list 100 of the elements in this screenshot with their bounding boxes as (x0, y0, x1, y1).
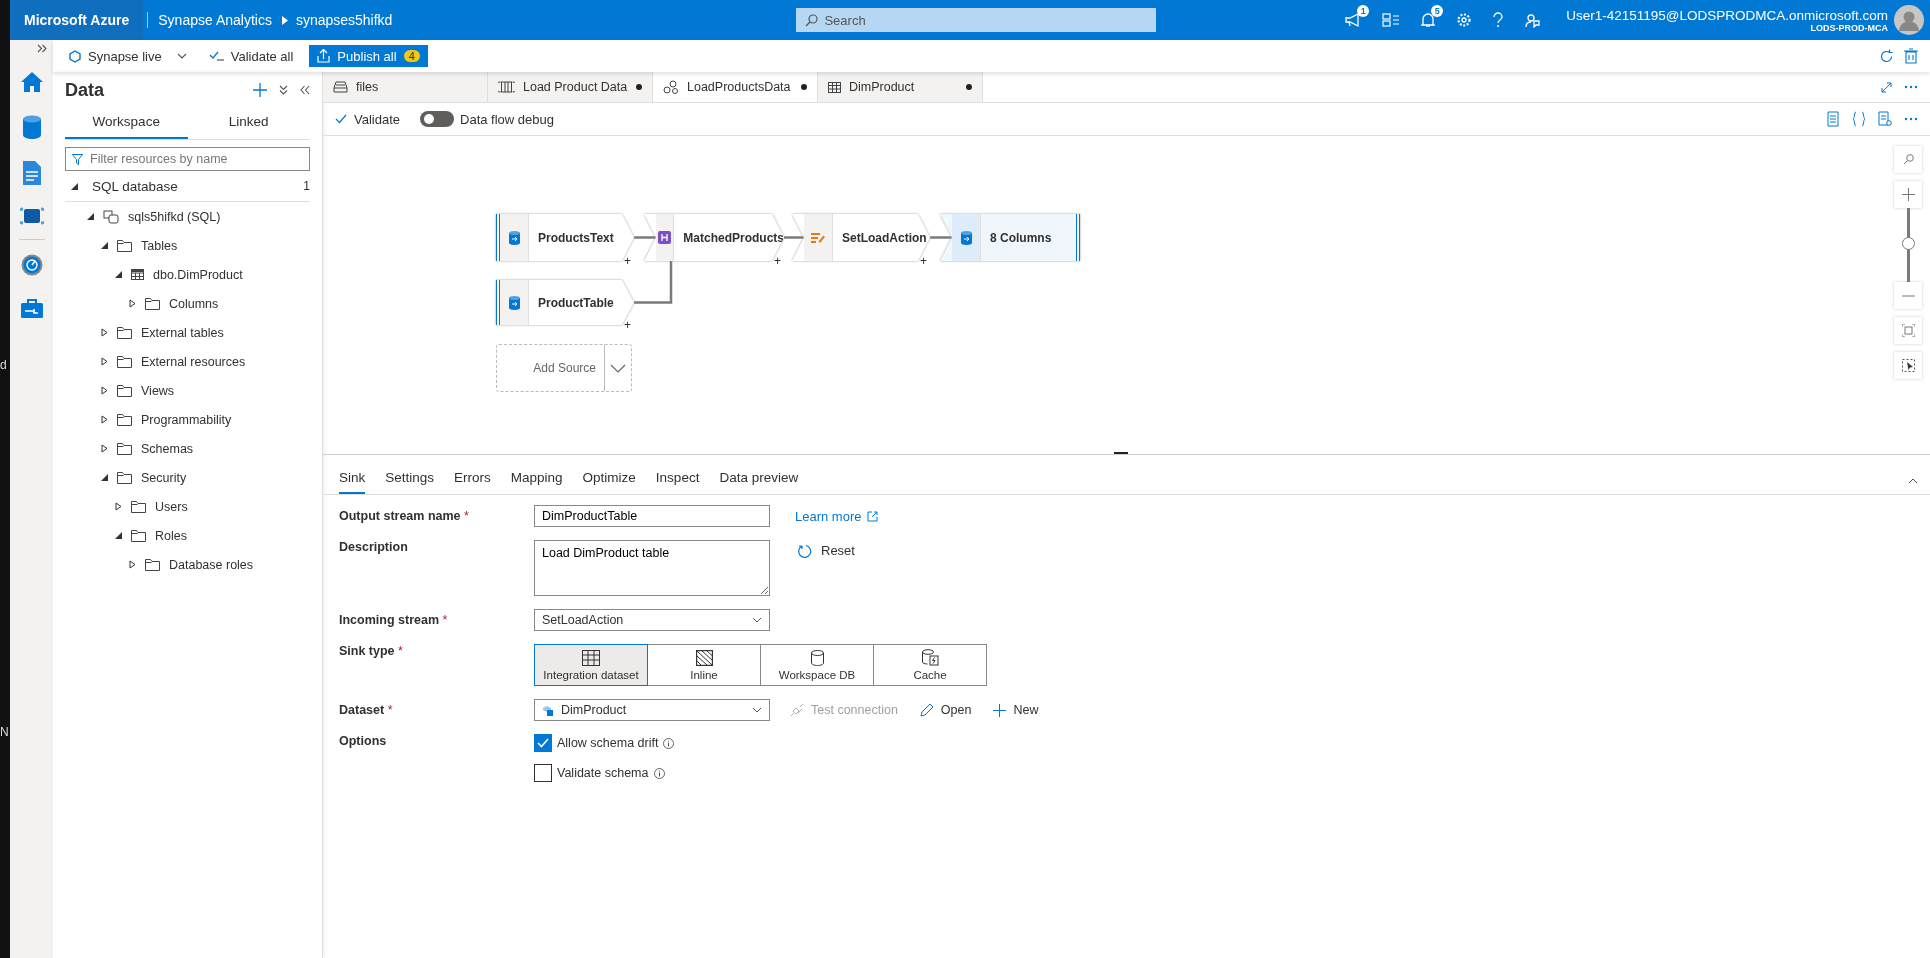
tree-item[interactable]: Database roles (169, 557, 254, 572)
zoom-slider[interactable] (1901, 208, 1915, 282)
add-source-button[interactable]: Add Source (496, 344, 632, 392)
tree-item[interactable]: Columns (169, 296, 219, 311)
expand-icon[interactable] (37, 44, 47, 53)
more-icon[interactable] (1904, 85, 1918, 89)
avatar-icon[interactable] (1894, 5, 1924, 35)
panel-tab[interactable]: Errors (454, 468, 491, 494)
folder-icon (117, 471, 132, 484)
maximize-icon[interactable] (1881, 81, 1892, 93)
checkbox[interactable] (534, 734, 552, 752)
panel-tab[interactable]: Inspect (655, 468, 700, 494)
bell-icon[interactable] (1420, 12, 1437, 28)
database-icon[interactable] (22, 115, 41, 139)
document-icon[interactable] (22, 161, 41, 185)
tree-section[interactable]: SQL database 1 (65, 171, 310, 202)
incoming-stream-dropdown[interactable]: SetLoadAction (534, 609, 770, 631)
tree-item[interactable]: Views (141, 383, 175, 398)
tree-item[interactable]: Tables (141, 238, 178, 253)
sink-type-option[interactable]: Inline (647, 644, 761, 686)
document-tab[interactable]: DimProduct (818, 72, 983, 102)
document-tab[interactable]: Load Product Data (488, 72, 653, 102)
pipeline-icon[interactable] (19, 207, 44, 225)
tree-item[interactable]: dbo.DimProduct (153, 267, 243, 282)
expanded-icon[interactable] (101, 241, 108, 250)
tree-item[interactable]: Security (141, 470, 187, 485)
validate-button[interactable]: Validate (329, 109, 406, 129)
reset-button[interactable]: Reset (792, 542, 861, 559)
settings-icon[interactable] (1456, 12, 1473, 28)
collapsed-icon[interactable] (115, 502, 122, 511)
panel-tab[interactable]: Optimize (582, 468, 636, 494)
caret-icon (752, 617, 762, 623)
more-icon[interactable] (1904, 117, 1918, 121)
debug-toggle[interactable] (420, 111, 454, 127)
zoom-in-button[interactable] (1894, 181, 1922, 208)
collapsed-icon[interactable] (101, 328, 108, 337)
collapse-panel-icon[interactable] (300, 85, 310, 95)
flow-node[interactable]: 8 Columns (940, 214, 1080, 261)
tree-item[interactable]: External resources (141, 354, 246, 369)
tree-item[interactable]: Roles (155, 528, 187, 543)
sink-type-option[interactable]: Workspace DB (760, 644, 874, 686)
sink-type-option[interactable]: Integration dataset (534, 644, 648, 686)
toolbox-icon[interactable] (20, 298, 43, 318)
filter-field[interactable]: Filter resources by name (65, 147, 310, 171)
collapse-icon[interactable] (1908, 478, 1918, 484)
panel-tab[interactable]: Workspace (65, 108, 188, 139)
collapse-all-icon[interactable] (279, 85, 288, 95)
dataset-action[interactable]: Open (913, 702, 978, 718)
collapsed-icon[interactable] (101, 357, 108, 366)
tree-item[interactable]: Schemas (141, 441, 194, 456)
discard-icon[interactable] (1904, 48, 1918, 64)
dataset-dropdown[interactable]: DimProduct (534, 699, 770, 721)
output-stream-field[interactable]: DimProductTable (534, 505, 770, 527)
collapsed-icon[interactable] (101, 444, 108, 453)
collapsed-icon[interactable] (101, 386, 108, 395)
expanded-icon[interactable] (115, 531, 122, 540)
reset-icon (798, 543, 812, 558)
add-icon[interactable] (253, 83, 267, 97)
help-icon[interactable] (1492, 12, 1505, 28)
info-icon[interactable] (663, 737, 675, 749)
validate-all-button[interactable]: Validate all (202, 46, 300, 66)
dataset-action[interactable]: New (987, 702, 1045, 718)
home-icon[interactable] (19, 71, 44, 93)
collapsed-icon[interactable] (101, 415, 108, 424)
search-field[interactable]: Search (796, 8, 1157, 32)
external-link-icon[interactable] (867, 510, 879, 522)
checkbox[interactable] (534, 764, 552, 782)
panel-tab[interactable]: Data preview (719, 468, 799, 494)
expanded-icon[interactable] (87, 212, 94, 221)
panel-tab[interactable]: Linked (187, 108, 310, 139)
sink-type-option[interactable]: Cache (873, 644, 987, 686)
tree-item[interactable]: sqls5hifkd (SQL) (128, 209, 221, 224)
panel-tab[interactable]: Mapping (510, 468, 563, 494)
user-name[interactable]: User1-42151195@LODSPRODMCA.onmicrosoft.com (1566, 7, 1888, 23)
code-icon[interactable] (1852, 111, 1866, 127)
zoom-search-button[interactable] (1894, 146, 1922, 173)
expanded-icon[interactable] (101, 473, 108, 482)
refresh-icon[interactable] (1879, 48, 1894, 64)
panel-tab[interactable]: Settings (385, 468, 435, 494)
breadcrumb-link[interactable]: synapses5hifkd (295, 12, 393, 28)
directory-switch-icon[interactable] (1382, 12, 1401, 28)
learn-more-link[interactable]: Learn more (795, 508, 862, 524)
tree-item[interactable]: Programmability (141, 412, 232, 427)
tree-item[interactable]: Users (155, 499, 188, 514)
feedback-icon[interactable] (1524, 12, 1541, 28)
select-button[interactable] (1894, 352, 1922, 379)
description-field[interactable]: Load DimProduct table (534, 540, 770, 596)
collapsed-icon[interactable] (129, 560, 136, 569)
properties-icon[interactable] (1878, 111, 1892, 127)
breadcrumb-link[interactable]: Synapse Analytics (147, 12, 282, 28)
collapsed-icon[interactable] (129, 299, 136, 308)
expanded-icon[interactable] (115, 270, 122, 279)
gauge-icon[interactable] (20, 254, 43, 276)
tree-item[interactable]: External tables (141, 325, 224, 340)
mode-dropdown[interactable]: Synapse live (63, 46, 193, 66)
info-icon[interactable] (653, 767, 665, 779)
publish-all-button[interactable]: Publish all 4 (309, 45, 428, 67)
panel-tab[interactable]: Sink (339, 468, 366, 494)
brand-link[interactable]: Microsoft Azure (10, 0, 144, 40)
document-tab[interactable]: files (323, 72, 488, 102)
